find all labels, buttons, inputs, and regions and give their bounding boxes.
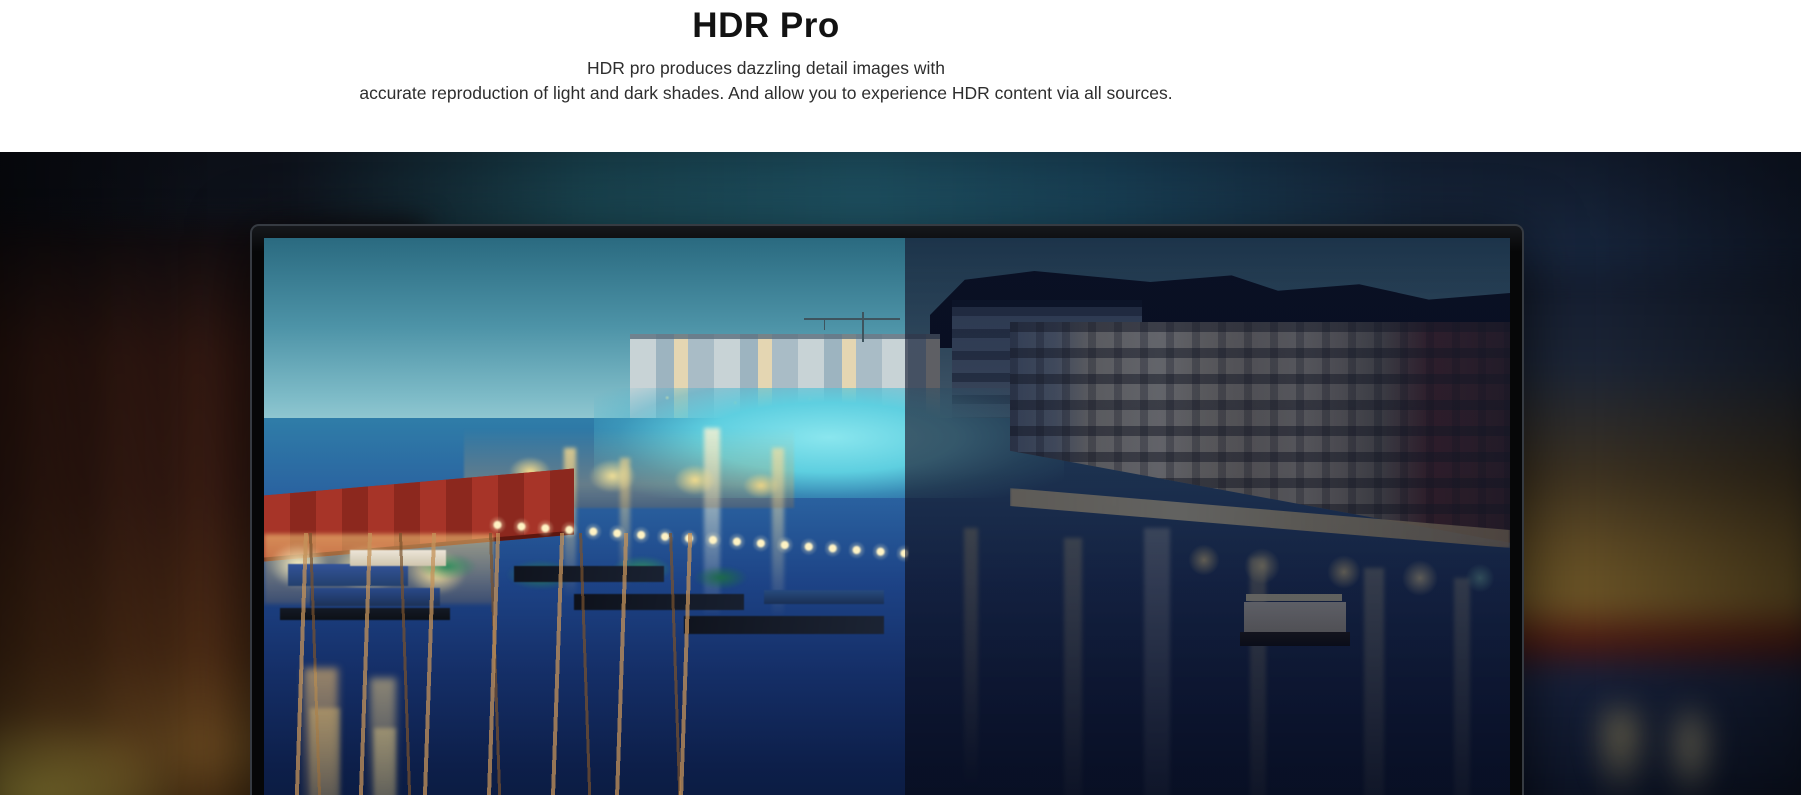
hdr-pro-section: HDR Pro HDR pro produces dazzling detail…	[0, 0, 1801, 795]
page-title: HDR Pro	[0, 6, 1532, 46]
description-line-1: HDR pro produces dazzling detail images …	[0, 56, 1532, 81]
section-header: HDR Pro HDR pro produces dazzling detail…	[0, 0, 1532, 152]
scene-construction-crane	[804, 312, 900, 342]
tv-screen	[264, 238, 1510, 795]
description-line-2: accurate reproduction of light and dark …	[0, 81, 1532, 106]
scene-foreground-glow	[274, 668, 474, 795]
comparison-dim-overlay	[905, 238, 1510, 795]
hero-banner	[0, 152, 1801, 795]
tv-frame	[250, 224, 1524, 795]
